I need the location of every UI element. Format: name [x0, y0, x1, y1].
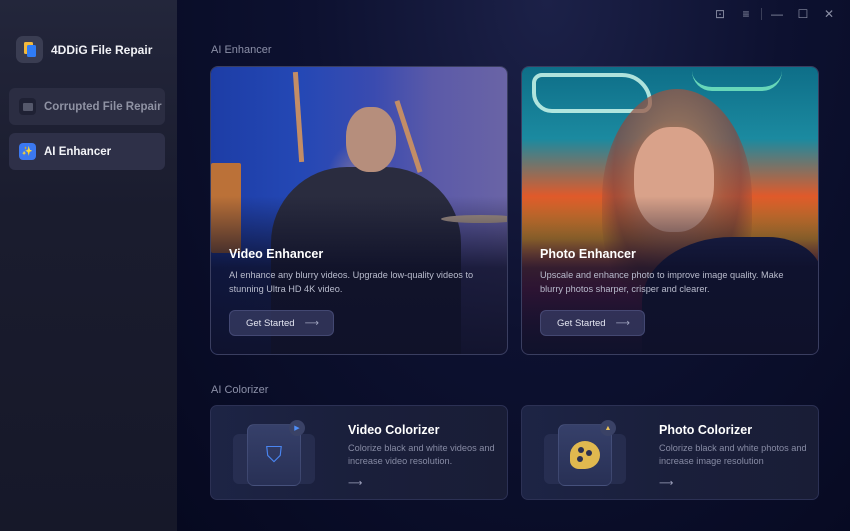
- window-controls: ⊡ ≡ — ☐ ✕: [707, 5, 842, 23]
- section-label-ai-enhancer: AI Enhancer: [211, 44, 272, 56]
- sidebar: 4DDiG File Repair Corrupted File Repair …: [0, 0, 177, 531]
- palette-icon: [570, 441, 600, 469]
- video-colorizer-card[interactable]: ⛉ ▶ Video Colorizer Colorize black and w…: [210, 405, 508, 500]
- close-icon[interactable]: ✕: [816, 5, 842, 23]
- button-label: Get Started: [246, 317, 295, 329]
- folder-icon: [19, 98, 36, 115]
- brand: 4DDiG File Repair: [16, 36, 152, 63]
- main-content: ⊡ ≡ — ☐ ✕ AI Enhancer Video Enhancer AI …: [177, 0, 850, 531]
- photo-colorizer-illustration: ▲: [544, 418, 628, 490]
- card-title: Photo Colorizer: [659, 423, 753, 437]
- paint-bucket-icon: ⛉: [265, 442, 283, 467]
- sidebar-item-label: Corrupted File Repair: [44, 100, 162, 113]
- photo-enhancer-card[interactable]: Photo Enhancer Upscale and enhance photo…: [521, 66, 819, 355]
- video-enhancer-card[interactable]: Video Enhancer AI enhance any blurry vid…: [210, 66, 508, 355]
- sidebar-item-ai-enhancer[interactable]: ✨ AI Enhancer: [9, 133, 165, 170]
- message-square-icon[interactable]: ⊡: [707, 5, 733, 23]
- minimize-icon[interactable]: —: [764, 5, 790, 23]
- card-description: Colorize black and white videos and incr…: [348, 443, 495, 466]
- get-started-button[interactable]: Get Started ⟶: [540, 310, 645, 336]
- titlebar-divider: [761, 8, 762, 20]
- arrow-right-icon: ⟶: [304, 317, 319, 329]
- arrow-right-icon[interactable]: ⟶: [659, 478, 808, 489]
- get-started-button[interactable]: Get Started ⟶: [229, 310, 334, 336]
- sidebar-item-corrupted-file-repair[interactable]: Corrupted File Repair: [9, 88, 165, 125]
- section-label-ai-colorizer: AI Colorizer: [211, 384, 269, 396]
- card-title: Video Enhancer: [229, 247, 324, 261]
- button-label: Get Started: [557, 317, 606, 329]
- maximize-icon[interactable]: ☐: [790, 5, 816, 23]
- play-icon: ▶: [289, 420, 305, 436]
- image-icon: ▲: [600, 420, 616, 436]
- ai-wand-icon: ✨: [19, 143, 36, 160]
- card-description: AI enhance any blurry videos. Upgrade lo…: [229, 270, 474, 294]
- sidebar-item-label: AI Enhancer: [44, 145, 112, 158]
- card-title: Photo Enhancer: [540, 247, 636, 261]
- video-colorizer-illustration: ⛉ ▶: [233, 418, 317, 490]
- card-description: Colorize black and white photos and incr…: [659, 443, 807, 466]
- menu-icon[interactable]: ≡: [733, 5, 759, 23]
- arrow-right-icon[interactable]: ⟶: [348, 478, 497, 489]
- card-description: Upscale and enhance photo to improve ima…: [540, 270, 784, 294]
- app-title: 4DDiG File Repair: [51, 42, 153, 57]
- photo-colorizer-card[interactable]: ▲ Photo Colorizer Colorize black and whi…: [521, 405, 819, 500]
- card-title: Video Colorizer: [348, 423, 440, 437]
- arrow-right-icon: ⟶: [615, 317, 630, 329]
- app-logo-icon: [16, 36, 43, 63]
